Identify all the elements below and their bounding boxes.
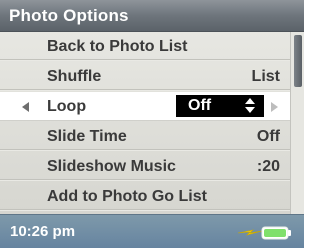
spin-up-icon[interactable] <box>245 98 255 104</box>
spin-down-icon[interactable] <box>245 107 255 113</box>
menu-item-value: Off <box>256 128 280 145</box>
selector-value: Off <box>188 97 212 114</box>
menu-item-label: Slideshow Music <box>47 158 176 175</box>
left-arrow-icon[interactable] <box>22 102 29 112</box>
scrollbar-thumb[interactable] <box>294 35 302 87</box>
photo-options-screen: Photo Options Back to Photo List Shuffle… <box>0 0 304 248</box>
lightning-bolt-icon <box>237 229 263 236</box>
menu-item-shuffle[interactable]: Shuffle List <box>0 62 290 91</box>
right-arrow-icon[interactable] <box>271 102 278 112</box>
screen-title: Photo Options <box>9 6 129 25</box>
status-bar: 10:26 pm <box>0 214 304 248</box>
menu-item-add-to-photo-go-list[interactable]: Add to Photo Go List <box>0 182 290 211</box>
options-menu: Back to Photo List Shuffle List Loop Off… <box>0 32 290 214</box>
title-bar: Photo Options <box>0 0 304 32</box>
menu-item-slideshow-music[interactable]: Slideshow Music :20 <box>0 152 290 181</box>
loop-value-selector[interactable]: Off <box>176 95 264 117</box>
menu-item-value: :20 <box>256 158 280 175</box>
menu-item-slide-time[interactable]: Slide Time Off <box>0 122 290 151</box>
menu-item-label: Loop <box>47 98 87 115</box>
clock-time: 10:26 pm <box>10 223 76 240</box>
menu-item-back-to-photo-list[interactable]: Back to Photo List <box>0 32 290 61</box>
menu-item-loop[interactable]: Loop Off <box>0 92 290 121</box>
menu-item-label: Shuffle <box>47 68 102 85</box>
menu-item-label: Slide Time <box>47 128 127 145</box>
menu-scrollbar[interactable] <box>290 32 304 214</box>
battery-full-icon <box>261 226 291 240</box>
menu-item-label: Back to Photo List <box>47 38 188 55</box>
menu-item-value: List <box>251 68 280 85</box>
menu-item-label: Add to Photo Go List <box>47 188 207 205</box>
